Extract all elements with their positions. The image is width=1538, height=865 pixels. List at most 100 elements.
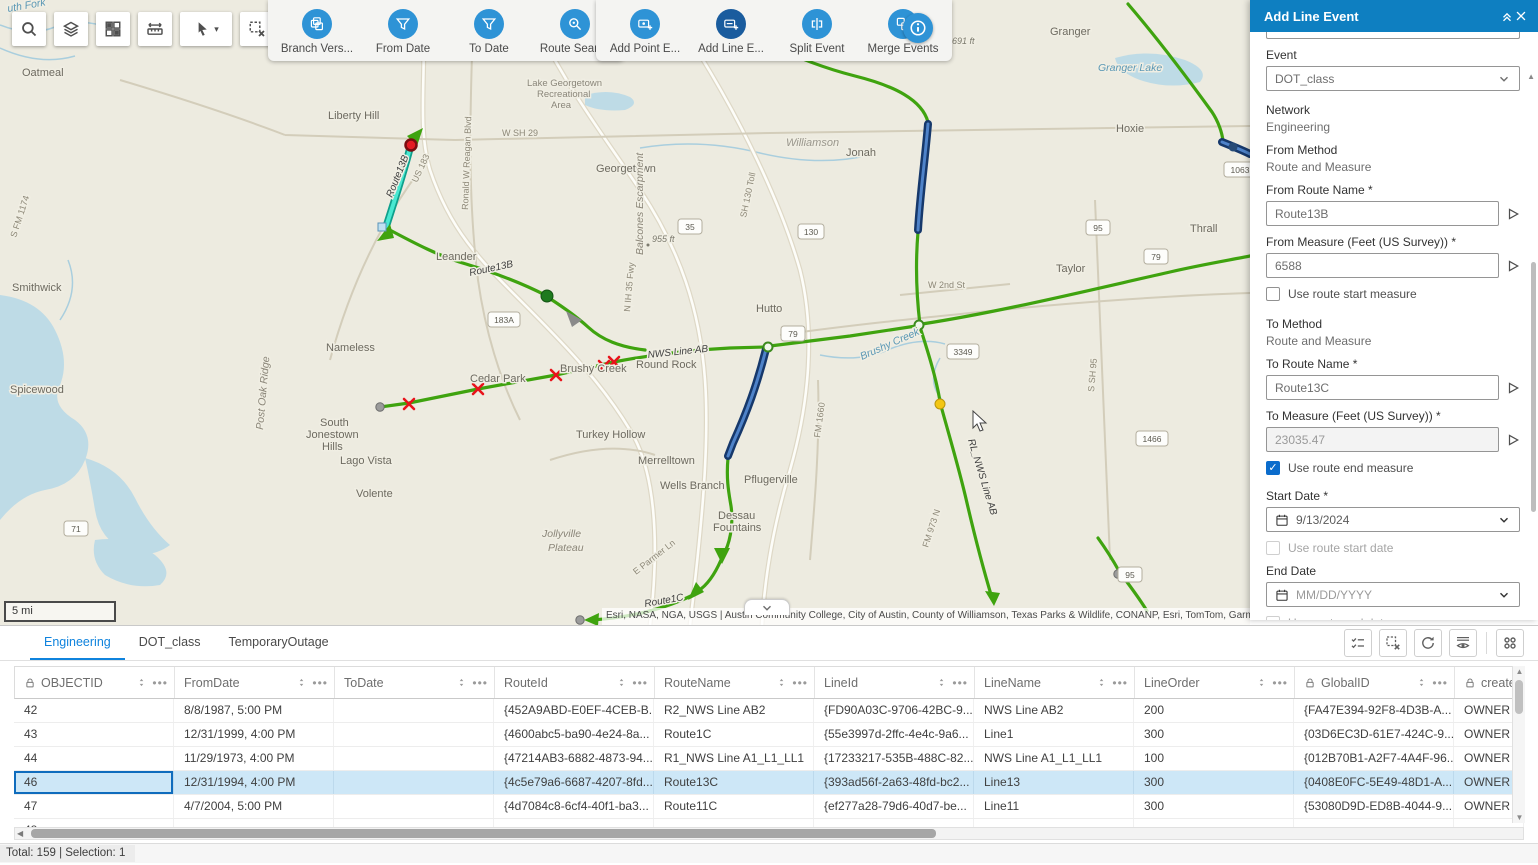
- tab-dot_class[interactable]: DOT_class: [125, 627, 215, 660]
- svg-text:79: 79: [788, 329, 798, 339]
- show-selected-records-button[interactable]: [1344, 629, 1372, 657]
- hide-columns-icon: [1455, 635, 1471, 651]
- scroll-up-arrow[interactable]: ▲: [1527, 72, 1535, 81]
- start-date-picker[interactable]: 9/13/2024: [1266, 507, 1520, 532]
- use-route-start-date-checkbox[interactable]: Use route start date: [1266, 541, 1520, 555]
- column-menu-icon[interactable]: •••: [1112, 676, 1128, 690]
- search-tool[interactable]: [12, 12, 46, 46]
- use-route-end-date-checkbox[interactable]: Use route end date: [1266, 616, 1520, 620]
- table-row-43[interactable]: 4312/31/1999, 4:00 PM{4600abc5-ba90-4e24…: [14, 723, 1524, 747]
- scrollbar-thumb[interactable]: [31, 829, 936, 838]
- basemap-tool[interactable]: [96, 12, 130, 46]
- panel-scrollbar[interactable]: [1531, 262, 1536, 512]
- toolbar-button-add-point-e[interactable]: Add Point E...: [612, 9, 678, 55]
- info-button[interactable]: [903, 13, 933, 43]
- scroll-left-arrow[interactable]: ◀: [17, 828, 23, 840]
- toolbar-button-to-date[interactable]: To Date: [456, 9, 522, 55]
- column-menu-icon[interactable]: •••: [952, 676, 968, 690]
- layers-tool[interactable]: [54, 12, 88, 46]
- cell-linename: [974, 819, 1134, 827]
- clear-selection-icon: [1385, 635, 1401, 651]
- column-menu-icon[interactable]: •••: [792, 676, 808, 690]
- column-menu-icon[interactable]: •••: [632, 676, 648, 690]
- show-hide-columns-button[interactable]: [1449, 629, 1477, 657]
- sort-icon[interactable]: [776, 677, 787, 688]
- table-horizontal-scrollbar[interactable]: ◀: [14, 827, 1524, 840]
- refresh-table-button[interactable]: [1414, 629, 1442, 657]
- sort-icon[interactable]: [616, 677, 627, 688]
- column-header-globalid[interactable]: GlobalID•••: [1295, 667, 1455, 698]
- end-date-picker[interactable]: MM/DD/YYYY: [1266, 582, 1520, 607]
- from-route-input[interactable]: [1266, 201, 1499, 226]
- column-menu-icon[interactable]: •••: [1432, 676, 1448, 690]
- column-header-routeid[interactable]: RouteId•••: [495, 667, 655, 698]
- table-row-47[interactable]: 474/7/2004, 5:00 PM{4d7084c8-6cf4-40f1-b…: [14, 795, 1524, 819]
- scroll-up-arrow[interactable]: ▲: [1513, 667, 1526, 676]
- column-header-routename[interactable]: RouteName•••: [655, 667, 815, 698]
- attribution-collapse-button[interactable]: [744, 599, 790, 615]
- sort-icon[interactable]: [1416, 677, 1427, 688]
- refresh-icon: [1420, 635, 1436, 651]
- select-tool[interactable]: ▾: [180, 12, 232, 46]
- column-header-objectid[interactable]: OBJECTID•••: [15, 667, 175, 698]
- tab-temporaryoutage[interactable]: TemporaryOutage: [215, 627, 343, 660]
- use-route-start-measure-checkbox[interactable]: Use route start measure: [1266, 287, 1520, 301]
- toolbar-button-add-line-e[interactable]: Add Line E...: [698, 9, 764, 55]
- cell-fromdate: 4/7/2004, 5:00 PM: [174, 795, 334, 818]
- sort-icon[interactable]: [936, 677, 947, 688]
- column-header-lineid[interactable]: LineId•••: [815, 667, 975, 698]
- map-canvas[interactable]: OatmealLiberty HillSmithwickNamelessSpic…: [0, 0, 1250, 625]
- to-measure-input[interactable]: [1266, 427, 1499, 452]
- table-row-46[interactable]: 4612/31/1994, 4:00 PM{4c5e79a6-6687-4207…: [14, 771, 1524, 795]
- cell-lineorder: [1134, 819, 1294, 827]
- table-row-44[interactable]: 4411/29/1973, 4:00 PM{47214AB3-6882-4873…: [14, 747, 1524, 771]
- clear-selection-button[interactable]: [1379, 629, 1407, 657]
- table-options-button[interactable]: [1496, 629, 1524, 657]
- event-select-value: DOT_class: [1275, 72, 1497, 86]
- measure-tool[interactable]: [138, 12, 172, 46]
- column-header-lineorder[interactable]: LineOrder•••: [1135, 667, 1295, 698]
- green-point-marker: [541, 290, 553, 302]
- event-select[interactable]: DOT_class: [1266, 66, 1520, 91]
- column-header-todate[interactable]: ToDate•••: [335, 667, 495, 698]
- from-measure-input[interactable]: [1266, 253, 1499, 278]
- cell-todate: [334, 699, 494, 722]
- scrollbar-thumb[interactable]: [1515, 680, 1523, 714]
- collapse-panel-button[interactable]: [1500, 9, 1514, 23]
- column-menu-icon[interactable]: •••: [312, 676, 328, 690]
- sort-icon[interactable]: [1256, 677, 1267, 688]
- table-vertical-scrollbar[interactable]: ▲ ▼: [1512, 666, 1525, 823]
- panel-header: Add Line Event: [1250, 0, 1538, 32]
- column-menu-icon[interactable]: •••: [152, 676, 168, 690]
- column-header-linename[interactable]: LineName•••: [975, 667, 1135, 698]
- close-panel-button[interactable]: [1514, 9, 1528, 23]
- pick-to-route-on-map-button[interactable]: [1506, 381, 1520, 395]
- scroll-down-arrow[interactable]: ▼: [1513, 813, 1526, 822]
- column-menu-icon[interactable]: •••: [1272, 676, 1288, 690]
- table-row-42[interactable]: 428/8/1987, 5:00 PM{452A9ABD-E0EF-4CEB-B…: [14, 699, 1524, 723]
- sort-icon[interactable]: [1096, 677, 1107, 688]
- cell-routeid: {4600abc5-ba90-4e24-8a...: [494, 723, 654, 746]
- pick-from-measure-on-map-button[interactable]: [1506, 259, 1520, 273]
- sort-icon[interactable]: [136, 677, 147, 688]
- event-lines[interactable]: [380, 0, 1250, 620]
- toolbar-button-from-date[interactable]: From Date: [370, 9, 436, 55]
- svg-text:Smithwick: Smithwick: [12, 282, 62, 294]
- tab-engineering[interactable]: Engineering: [30, 627, 125, 660]
- to-route-input[interactable]: [1266, 375, 1499, 400]
- cell-fromdate: 11/29/1973, 4:00 PM: [174, 747, 334, 770]
- svg-text:Fountains: Fountains: [713, 522, 762, 534]
- pick-from-route-on-map-button[interactable]: [1506, 207, 1520, 221]
- cell-routeid: {4d7084c8-6cf4-40f1-ba3...: [494, 795, 654, 818]
- sort-icon[interactable]: [296, 677, 307, 688]
- column-menu-icon[interactable]: •••: [472, 676, 488, 690]
- column-header-fromdate[interactable]: FromDate•••: [175, 667, 335, 698]
- pick-to-measure-on-map-button[interactable]: [1506, 433, 1520, 447]
- use-route-end-measure-checkbox[interactable]: ✓ Use route end measure: [1266, 461, 1520, 475]
- toolbar-button-split-event[interactable]: Split Event: [784, 9, 850, 55]
- svg-text:Thrall: Thrall: [1190, 223, 1218, 235]
- basemap-svg[interactable]: OatmealLiberty HillSmithwickNamelessSpic…: [0, 0, 1250, 625]
- table-row-48[interactable]: 48: [14, 819, 1524, 827]
- toolbar-button-branch-vers[interactable]: Branch Vers...: [284, 9, 350, 55]
- sort-icon[interactable]: [456, 677, 467, 688]
